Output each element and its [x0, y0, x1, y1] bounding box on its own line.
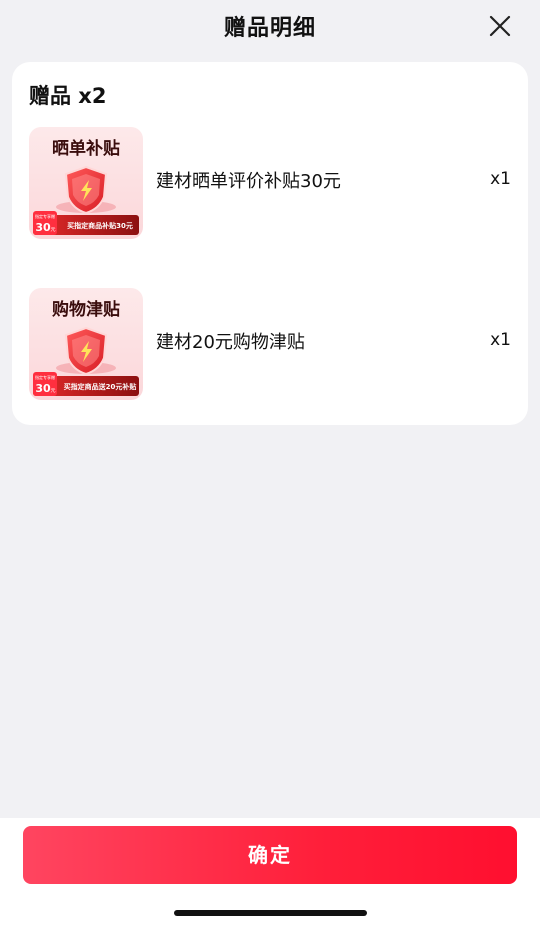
- gift-quantity: x1: [490, 330, 511, 350]
- close-button[interactable]: [486, 12, 514, 40]
- confirm-button[interactable]: 确定: [23, 826, 517, 884]
- gift-thumbnail: 购物津贴 指定专享赠 30 元 买指定商品送20元补贴: [29, 288, 143, 400]
- close-icon: [489, 15, 511, 37]
- thumb-badge-top: 指定专享赠: [35, 374, 55, 380]
- gift-count-title: 赠品 x2: [29, 84, 107, 108]
- gift-name: 建材晒单评价补贴30元: [156, 171, 341, 192]
- thumb-footer-text: 买指定商品补贴30元: [67, 221, 133, 230]
- gift-item[interactable]: 购物津贴 指定专享赠 30 元 买指定商品送20元补贴 建材20元购物津贴 x1: [29, 288, 511, 400]
- gift-thumbnail: 晒单补贴 指定专享赠 30 元 买指定商品补贴30元: [29, 127, 143, 239]
- thumb-headline: 晒单补贴: [52, 138, 120, 159]
- thumb-badge-unit: 元: [50, 227, 55, 233]
- thumb-badge-value: 30: [35, 221, 51, 234]
- gift-list-card: 赠品 x2 晒单补贴 指定专享赠 30 元 买指定商品补贴30元 建材晒单评价补…: [12, 62, 528, 425]
- gift-name: 建材20元购物津贴: [156, 332, 305, 353]
- page-title: 赠品明细: [223, 16, 316, 41]
- thumb-headline: 购物津贴: [52, 299, 120, 320]
- footer-bar: 确定: [0, 818, 540, 927]
- gift-item[interactable]: 晒单补贴 指定专享赠 30 元 买指定商品补贴30元 建材晒单评价补贴30元 x…: [29, 127, 511, 239]
- thumb-badge-top: 指定专享赠: [35, 213, 55, 219]
- thumb-badge-value: 30: [35, 382, 51, 395]
- gift-quantity: x1: [490, 169, 511, 189]
- header: 赠品明细: [0, 0, 540, 54]
- gift-detail-page: 赠品明细 赠品 x2 晒单补贴 指定专享赠 30 元 买指定商品补贴30元 建材…: [0, 0, 540, 927]
- thumb-footer-text: 买指定商品送20元补贴: [64, 382, 137, 391]
- home-indicator: [174, 910, 367, 916]
- thumb-badge-unit: 元: [50, 388, 55, 394]
